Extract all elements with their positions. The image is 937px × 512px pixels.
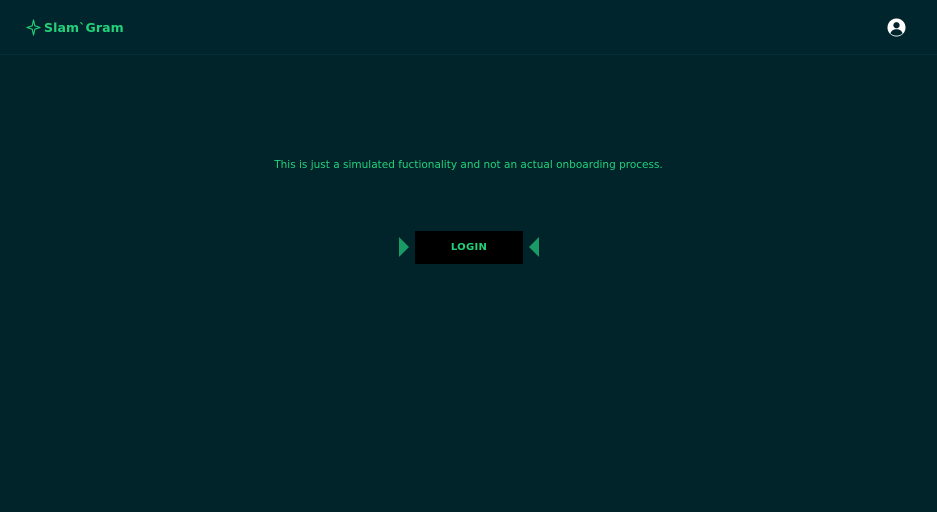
top-bar: Slam`Gram xyxy=(0,0,937,55)
login-area: LOGIN xyxy=(0,231,937,264)
brand-name: Slam`Gram xyxy=(44,19,124,35)
user-circle-icon xyxy=(887,18,906,37)
app-root: Slam`Gram This is just a simulated fucti… xyxy=(0,0,937,512)
triangle-left-icon xyxy=(529,237,539,257)
login-button[interactable]: LOGIN xyxy=(415,231,523,264)
sparkle-icon xyxy=(26,18,41,36)
account-button[interactable] xyxy=(887,18,906,37)
brand-logo-link[interactable]: Slam`Gram xyxy=(26,17,124,37)
triangle-right-icon xyxy=(399,237,409,257)
simulation-notice: This is just a simulated fuctionality an… xyxy=(274,159,663,171)
